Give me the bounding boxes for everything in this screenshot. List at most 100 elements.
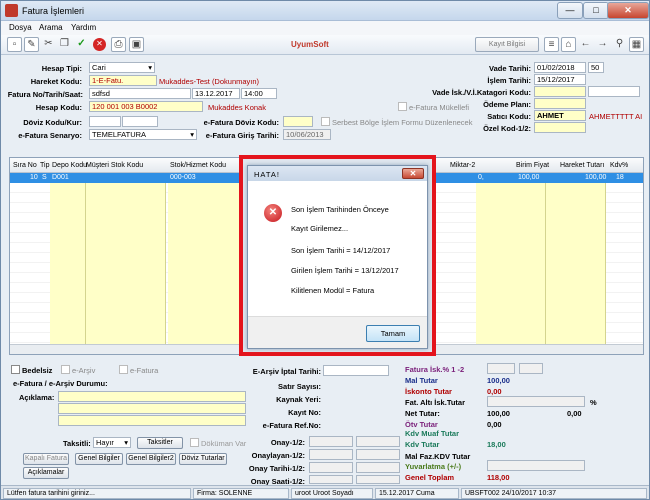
print-icon[interactable]: ⎙ xyxy=(111,37,126,52)
earsiv-checkbox[interactable] xyxy=(61,365,70,374)
search-icon[interactable]: ⚲ xyxy=(612,37,627,52)
maximize-button[interactable]: □ xyxy=(583,2,609,19)
cell-birim-fiyat[interactable]: 100,00 xyxy=(518,174,539,181)
cut-icon[interactable]: ✂ xyxy=(41,37,56,52)
fatura-saat-field[interactable]: 14:00 xyxy=(241,88,277,99)
efatura-doviz-field[interactable] xyxy=(283,116,313,127)
fatura-no-label: Fatura No/Tarih/Saat: xyxy=(7,90,83,99)
onaylayan2-field xyxy=(356,449,400,460)
satici-kodu-label: Satıcı Kodu: xyxy=(487,112,531,121)
col-birim-fiyat[interactable]: Birim Fiyat xyxy=(516,162,549,169)
kapali-fatura-button[interactable]: Kapalı Fatura xyxy=(23,453,69,465)
ozel-kod-1-field[interactable] xyxy=(534,122,586,133)
doviz-kodu-field[interactable] xyxy=(89,116,121,127)
doviz-tutarlar-button[interactable]: Döviz Tutarlar xyxy=(179,453,227,465)
satici-kodu-field[interactable]: AHMET xyxy=(534,110,586,121)
new-document-icon[interactable]: ▫ xyxy=(7,37,22,52)
house-icon[interactable]: ⌂ xyxy=(561,37,576,52)
error-dialog-highlight: HATA! ✕ ✕ Son İşlem Tarihinden Önceye Ka… xyxy=(239,155,436,356)
filter-icon[interactable]: ≡ xyxy=(544,37,559,52)
ok-button[interactable]: Tamam xyxy=(366,325,420,342)
aciklama-field-1[interactable] xyxy=(58,391,246,402)
fatura-no-field[interactable]: sdfsd xyxy=(89,88,191,99)
otv-label: Ötv Tutar xyxy=(405,420,438,429)
kayit-bilgisi-button[interactable]: Kayıt Bilgisi xyxy=(475,37,539,52)
menu-bar: Dosya Arama Yardım xyxy=(1,21,649,35)
hareket-kodu-field[interactable]: 1-E-Fatu. xyxy=(89,75,157,86)
menu-yardim[interactable]: Yardım xyxy=(71,23,96,32)
dialog-close-button[interactable]: ✕ xyxy=(402,168,424,179)
efatura-giris-label: e-Fatura Giriş Tarihi: xyxy=(205,131,279,140)
efatura-ref-label: e-Fatura Ref.No: xyxy=(262,421,321,430)
col-hareket-tutari[interactable]: Hareket Tutarı xyxy=(560,162,604,169)
cell-hareket-tutari[interactable]: 100,00 xyxy=(585,174,606,181)
efatura-mukellefi-checkbox[interactable] xyxy=(398,102,407,111)
grid-col-birim-fill xyxy=(476,183,546,354)
islem-tarihi-field[interactable]: 15/12/2017 xyxy=(534,74,586,85)
col-musteri-stok[interactable]: Müşteri Stok Kodu xyxy=(86,162,143,169)
cell-sira[interactable]: 10 xyxy=(30,174,38,181)
islem-tarihi-label: İşlem Tarihi: xyxy=(487,76,531,85)
preview-icon[interactable]: ▣ xyxy=(129,37,144,52)
efatura-doviz-label: e-Fatura Döviz Kodu: xyxy=(203,118,279,127)
arrow-left-icon[interactable]: ← xyxy=(578,37,593,52)
ozel-kod-label: Özel Kod-1/2: xyxy=(483,124,531,133)
odeme-plani-field[interactable] xyxy=(534,98,586,109)
iskonto-label: İskonto Tutar xyxy=(405,387,452,396)
cell-depo[interactable]: D001 xyxy=(52,174,69,181)
menu-dosya[interactable]: Dosya xyxy=(9,23,32,32)
iptal-tarihi-field[interactable] xyxy=(323,365,389,376)
kayit-no-label: Kayıt No: xyxy=(288,408,321,417)
calculator-icon[interactable]: ▦ xyxy=(629,37,644,52)
col-tip[interactable]: Tip xyxy=(40,162,49,169)
vi-kategori-field[interactable] xyxy=(588,86,640,97)
serbest-bolge-checkbox[interactable] xyxy=(321,117,330,126)
aciklamalar-button[interactable]: Açıklamalar xyxy=(23,467,69,479)
vade-tarihi-field[interactable]: 01/02/2018 xyxy=(534,62,586,73)
aciklama-field-3[interactable] xyxy=(58,415,246,426)
kdv-tutar-value: 18,00 xyxy=(487,440,506,449)
hesap-tipi-select[interactable]: Cari ▾ xyxy=(89,62,155,73)
menu-arama[interactable]: Arama xyxy=(39,23,63,32)
vade-gun-field[interactable]: 50 xyxy=(588,62,604,73)
col-miktar2[interactable]: Miktar-2 xyxy=(450,162,475,169)
save-check-icon[interactable]: ✓ xyxy=(74,37,89,52)
status-firma: Firma: SOLENNE xyxy=(193,488,289,499)
col-sira-no[interactable]: Sıra No xyxy=(13,162,37,169)
col-stok-hizmet[interactable]: Stok/Hizmet Kodu xyxy=(170,162,226,169)
hesap-kodu-field[interactable]: 120 001 003 B0002 xyxy=(89,101,203,112)
close-window-button[interactable]: ✕ xyxy=(607,2,649,19)
genel-bilgiler2-button[interactable]: Genel Bilgiler2 xyxy=(126,453,176,465)
cell-stok[interactable]: 000-003 xyxy=(170,174,196,181)
vade-isk-field[interactable] xyxy=(534,86,586,97)
doviz-kodu-label: Döviz Kodu/Kur: xyxy=(23,118,82,127)
dokuman-var-checkbox[interactable] xyxy=(190,438,199,447)
copy-icon[interactable]: ❐ xyxy=(57,37,72,52)
onay-saati1-field xyxy=(309,475,353,484)
doviz-kur-field[interactable] xyxy=(122,116,158,127)
efatura-checkbox[interactable] xyxy=(119,365,128,374)
hareket-kodu-label: Hareket Kodu: xyxy=(30,77,82,86)
arrow-right-icon[interactable]: → xyxy=(595,37,610,52)
dialog-footer: Tamam xyxy=(248,316,427,348)
cell-tip[interactable]: S xyxy=(42,174,47,181)
efatura-giris-field: 10/06/2013 xyxy=(283,129,331,140)
col-kdv[interactable]: Kdv% xyxy=(610,162,628,169)
col-depo-kodu[interactable]: Depo Kodu xyxy=(52,162,87,169)
genel-bilgiler-button[interactable]: Genel Bilgiler xyxy=(75,453,123,465)
fatura-tarih-field[interactable]: 13.12.2017 xyxy=(192,88,240,99)
mal-tutar-value: 100,00 xyxy=(487,376,510,385)
minimize-button[interactable]: — xyxy=(557,2,583,19)
taksitli-select[interactable]: Hayır ▾ xyxy=(93,437,131,448)
taksitler-button[interactable]: Taksitler xyxy=(137,437,183,449)
edit-icon[interactable]: ✎ xyxy=(24,37,39,52)
cell-miktar2[interactable]: 0, xyxy=(478,174,484,181)
aciklama-field-2[interactable] xyxy=(58,403,246,414)
yuvarlatma-label: Yuvarlatma (+/-) xyxy=(405,462,462,471)
cell-kdv[interactable]: 18 xyxy=(616,174,624,181)
cancel-icon[interactable]: ✕ xyxy=(93,38,106,51)
brand-label: UyumSoft xyxy=(291,40,329,49)
bedelsiz-checkbox[interactable] xyxy=(11,365,20,374)
senaryo-select[interactable]: TEMELFATURA ▾ xyxy=(89,129,197,140)
aciklama-label: Açıklama: xyxy=(19,393,55,402)
